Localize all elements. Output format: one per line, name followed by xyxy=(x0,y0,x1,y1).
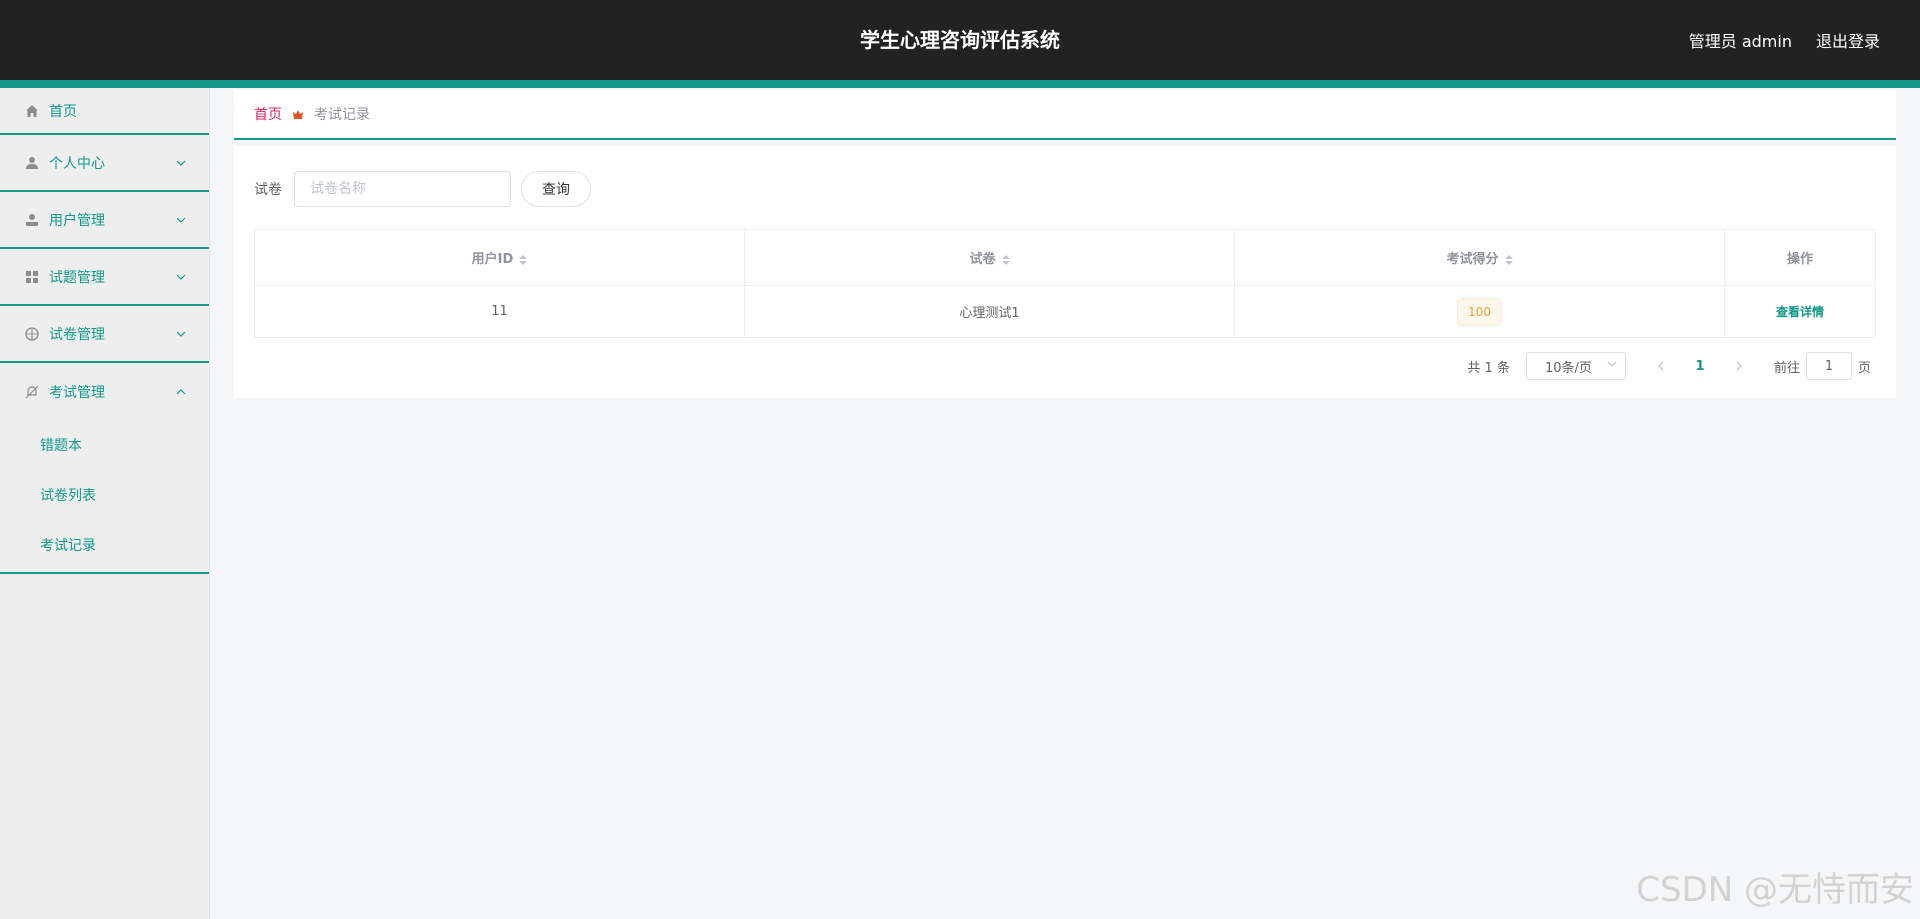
score-tag: 100 xyxy=(1457,297,1502,326)
chevron-down-icon xyxy=(173,326,189,342)
bell-off-icon xyxy=(24,384,40,400)
header-actions: 管理员 admin 退出登录 xyxy=(1689,0,1880,80)
sidebar-item-home[interactable]: 首页 xyxy=(0,88,209,135)
chevron-up-icon xyxy=(173,384,189,400)
table-row: 11 心理测试1 100 查看详情 xyxy=(254,285,1876,338)
search-label: 试卷 xyxy=(254,182,282,198)
column-header-label: 试卷 xyxy=(969,252,996,267)
view-details-button[interactable]: 查看详情 xyxy=(1776,305,1824,319)
search-bar: 试卷 查询 xyxy=(254,171,591,207)
sidebar-item-label: 考试管理 xyxy=(49,384,105,401)
column-header-user-id[interactable]: 用户ID xyxy=(254,229,745,286)
page-size-select[interactable]: 10条/页 xyxy=(1525,352,1626,380)
sort-icon[interactable] xyxy=(1001,254,1010,265)
chevron-down-icon xyxy=(173,212,189,228)
content-panel: 试卷 查询 用户ID 试卷 考试得分 操作 11 xyxy=(234,146,1896,398)
exam-submenu: 错题本 试卷列表 考试记录 xyxy=(0,420,209,574)
user-manage-icon xyxy=(24,212,40,228)
sidebar-item-question-management[interactable]: 试题管理 xyxy=(0,249,209,306)
grid-icon xyxy=(24,269,40,285)
table-header-row: 用户ID 试卷 考试得分 操作 xyxy=(254,229,1876,286)
breadcrumb-separator-icon xyxy=(292,108,304,120)
sidebar-subitem-paper-list[interactable]: 试卷列表 xyxy=(0,470,209,520)
app-title: 学生心理咨询评估系统 xyxy=(860,28,1060,52)
page-number-current[interactable]: 1 xyxy=(1676,352,1724,380)
goto-page-input[interactable] xyxy=(1805,352,1852,380)
sidebar-item-label: 首页 xyxy=(49,103,77,120)
sidebar-item-exam-management[interactable]: 考试管理 xyxy=(0,363,209,420)
column-header-label: 考试得分 xyxy=(1446,252,1499,267)
column-header-label: 用户ID xyxy=(471,252,514,267)
column-header-label: 操作 xyxy=(1786,252,1813,267)
sidebar-item-user-management[interactable]: 用户管理 xyxy=(0,192,209,249)
query-button[interactable]: 查询 xyxy=(521,171,591,207)
next-page-button[interactable] xyxy=(1724,352,1754,380)
sidebar-subitem-wrong-questions[interactable]: 错题本 xyxy=(0,420,209,470)
cell-score: 100 xyxy=(1234,285,1725,338)
column-header-score[interactable]: 考试得分 xyxy=(1234,229,1725,286)
chevron-down-icon xyxy=(173,269,189,285)
sidebar-item-label: 个人中心 xyxy=(49,155,105,172)
home-icon xyxy=(24,103,40,119)
cell-paper: 心理测试1 xyxy=(744,285,1235,338)
csdn-watermark: CSDN @无恃而安 xyxy=(1636,870,1914,910)
compass-icon xyxy=(24,326,40,342)
sort-icon[interactable] xyxy=(519,254,528,265)
chevron-down-icon xyxy=(173,155,189,171)
sidebar-subitem-exam-records[interactable]: 考试记录 xyxy=(0,520,209,570)
breadcrumb: 首页 考试记录 xyxy=(234,90,1896,140)
admin-user-label[interactable]: 管理员 admin xyxy=(1689,28,1792,52)
cell-user-id: 11 xyxy=(254,285,745,338)
column-header-paper[interactable]: 试卷 xyxy=(744,229,1235,286)
pagination-total: 共 1 条 xyxy=(1467,360,1510,376)
paper-name-search-input[interactable] xyxy=(294,171,511,207)
goto-suffix: 页 xyxy=(1857,360,1871,376)
user-icon xyxy=(24,155,40,171)
sidebar-item-paper-management[interactable]: 试卷管理 xyxy=(0,306,209,363)
sidebar-item-personal-center[interactable]: 个人中心 xyxy=(0,135,209,192)
sidebar-item-label: 用户管理 xyxy=(49,212,105,229)
prev-page-button[interactable] xyxy=(1646,352,1676,380)
chevron-left-icon xyxy=(1658,361,1664,371)
goto-page: 前往 页 xyxy=(1774,352,1871,380)
logout-link[interactable]: 退出登录 xyxy=(1816,28,1880,52)
sidebar: 首页 个人中心 用户管理 试题管理 试卷管理 考试管理 错题本 试卷列表 考试记… xyxy=(0,88,210,919)
sort-icon[interactable] xyxy=(1504,254,1513,265)
breadcrumb-home-link[interactable]: 首页 xyxy=(254,104,282,124)
column-header-actions: 操作 xyxy=(1724,229,1876,286)
cell-actions: 查看详情 xyxy=(1724,285,1876,338)
pagination: 共 1 条 10条/页 1 前往 页 xyxy=(1467,352,1871,380)
sidebar-item-label: 试卷管理 xyxy=(49,326,105,343)
goto-label: 前往 xyxy=(1773,360,1800,376)
header-accent-stripe xyxy=(0,80,1920,88)
chevron-down-icon xyxy=(1607,359,1617,372)
exam-records-table: 用户ID 试卷 考试得分 操作 11 心理测试1 100 查看详情 xyxy=(254,229,1876,338)
chevron-right-icon xyxy=(1736,361,1742,371)
sidebar-item-label: 试题管理 xyxy=(49,269,105,286)
page-size-value: 10条/页 xyxy=(1544,360,1592,376)
breadcrumb-current: 考试记录 xyxy=(314,107,370,123)
